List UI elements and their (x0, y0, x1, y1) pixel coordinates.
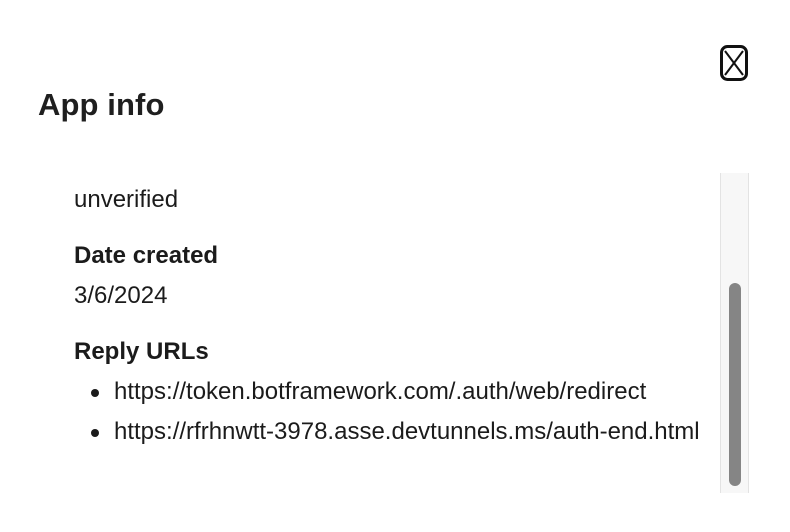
close-icon (720, 45, 748, 81)
reply-urls-list: https://token.botframework.com/.auth/web… (74, 372, 720, 452)
date-created-value: 3/6/2024 (74, 282, 168, 309)
reply-urls-label: Reply URLs (74, 338, 209, 365)
bullet-icon (91, 429, 99, 437)
details-content: unverified Date created 3/6/2024 Reply U… (74, 173, 720, 452)
reply-url-text: https://token.botframework.com/.auth/web… (114, 378, 647, 405)
dialog-title: App info (38, 87, 165, 122)
reply-url-item: https://rfrhnwtt-3978.asse.devtunnels.ms… (74, 412, 714, 452)
verification-value: unverified (74, 186, 179, 213)
vertical-scrollbar[interactable] (720, 173, 749, 493)
details-scroll-area[interactable]: unverified Date created 3/6/2024 Reply U… (0, 173, 720, 493)
date-created-label: Date created (74, 242, 219, 269)
bullet-icon (91, 389, 99, 397)
scrollbar-thumb[interactable] (729, 283, 741, 486)
reply-url-text: https://rfrhnwtt-3978.asse.devtunnels.ms… (114, 418, 700, 445)
reply-url-item: https://token.botframework.com/.auth/web… (74, 372, 714, 412)
app-info-dialog: App info unverified Date created 3/6/202… (0, 0, 790, 532)
close-button[interactable] (720, 45, 748, 81)
